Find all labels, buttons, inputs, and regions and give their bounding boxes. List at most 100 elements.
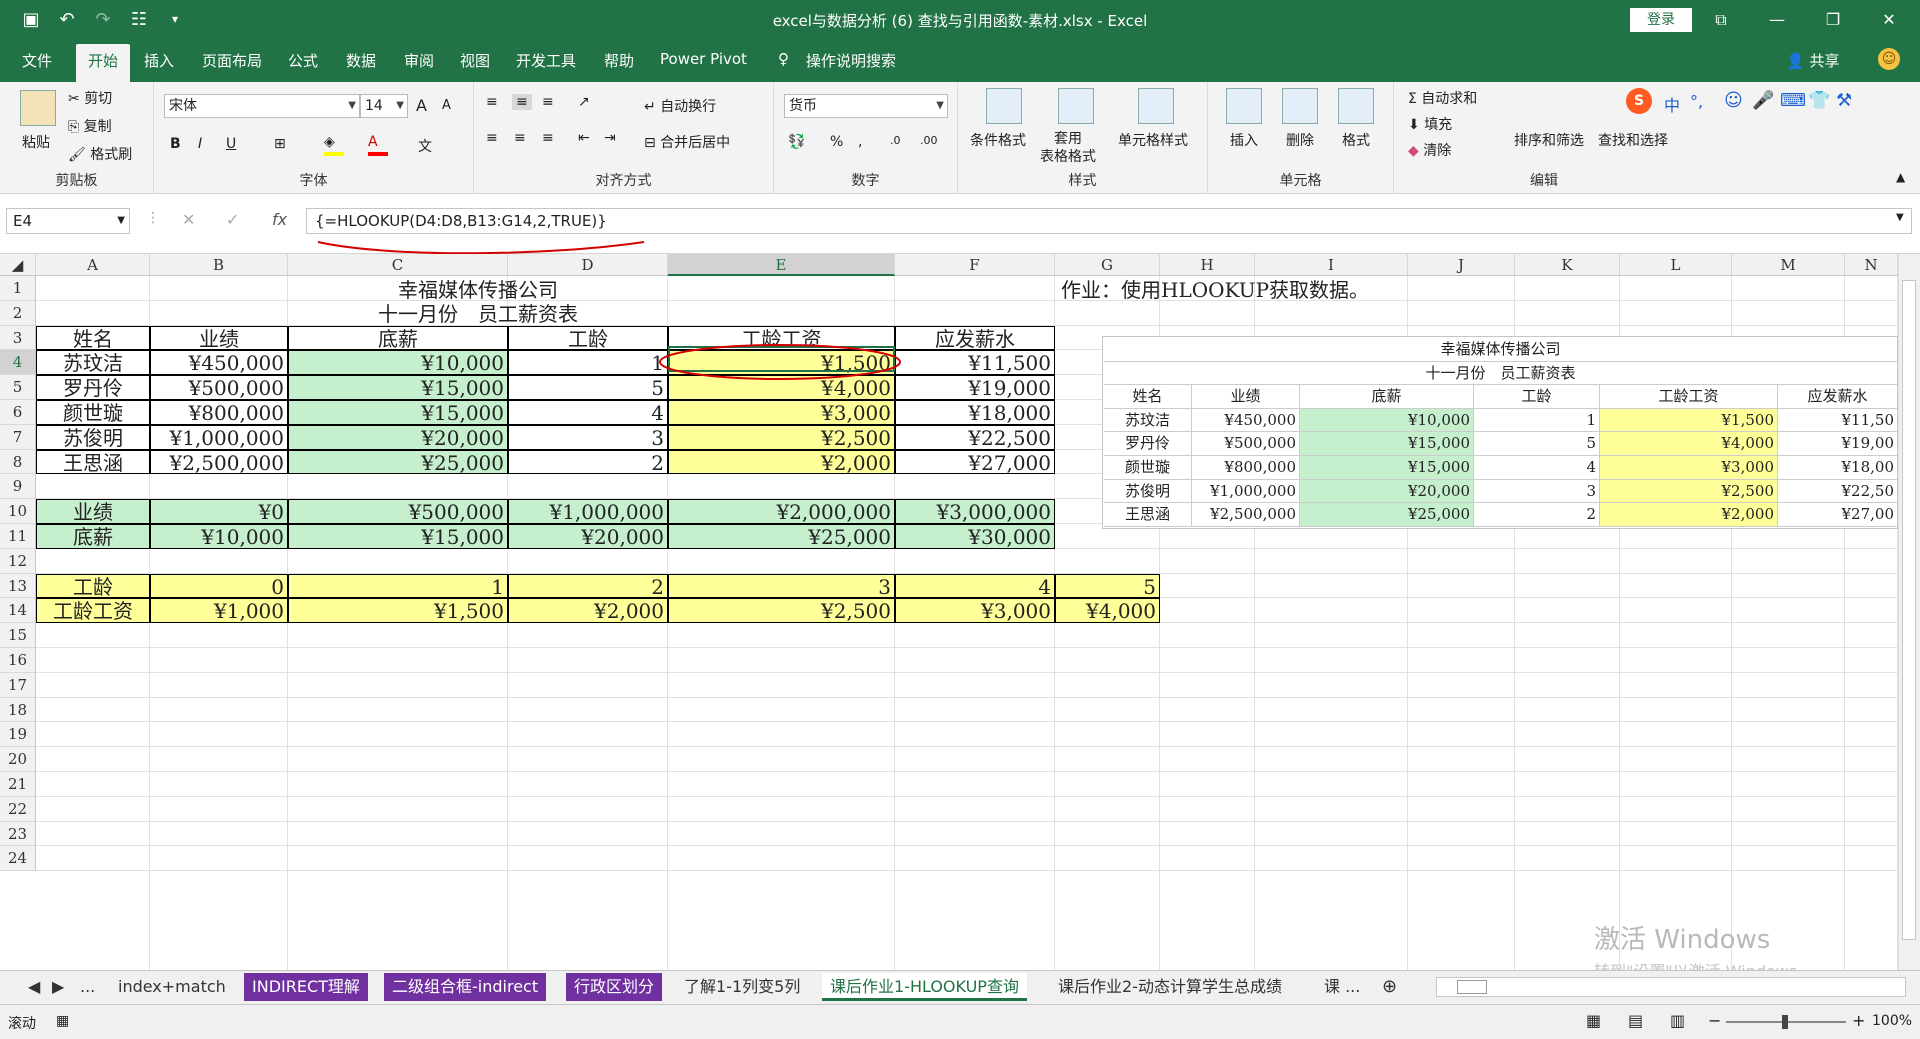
sheet-tab-more-right[interactable]: 课 ...: [1316, 973, 1368, 1001]
table-data-cell[interactable]: ¥450,000: [150, 350, 288, 376]
column-header-l[interactable]: L: [1620, 254, 1732, 276]
name-box[interactable]: E4 ▼: [6, 208, 130, 234]
ime-toolbox-icon[interactable]: ⚒: [1836, 90, 1852, 111]
table-data-cell[interactable]: 5: [508, 375, 668, 400]
sheet-tab-indirect[interactable]: INDIRECT理解: [244, 973, 368, 1001]
delete-cells-button[interactable]: 删除: [1286, 130, 1314, 150]
table-data-cell[interactable]: ¥10,000: [288, 350, 508, 376]
row-header-4[interactable]: 4: [0, 350, 36, 376]
tab-file[interactable]: 文件: [22, 50, 52, 71]
align-top-icon[interactable]: ≡: [486, 94, 498, 110]
shrink-font-button[interactable]: A: [442, 98, 451, 113]
table-data-cell[interactable]: 颜世璇: [36, 400, 150, 425]
table-data-cell[interactable]: ¥27,000: [895, 449, 1055, 475]
grow-font-button[interactable]: A: [416, 96, 427, 115]
row-header-24[interactable]: 24: [0, 846, 36, 872]
orientation-icon[interactable]: ↗: [578, 94, 590, 110]
tab-view[interactable]: 视图: [460, 50, 490, 71]
tab-page-layout[interactable]: 页面布局: [202, 50, 262, 71]
page-layout-view-icon[interactable]: ▤: [1628, 1011, 1643, 1030]
row-header-14[interactable]: 14: [0, 598, 36, 624]
table-data-cell[interactable]: ¥15,000: [288, 375, 508, 400]
zoom-slider-thumb[interactable]: [1782, 1015, 1788, 1029]
row-header-6[interactable]: 6: [0, 400, 36, 425]
horizontal-scroll-thumb[interactable]: [1457, 980, 1487, 994]
format-cells-icon[interactable]: [1338, 88, 1374, 124]
column-header-f[interactable]: F: [895, 254, 1055, 276]
row-header-2[interactable]: 2: [0, 300, 36, 326]
ime-emoji-icon[interactable]: ☺: [1724, 90, 1743, 111]
column-header-j[interactable]: J: [1408, 254, 1515, 276]
column-header-g[interactable]: G: [1055, 254, 1160, 276]
sogou-ime-icon[interactable]: S: [1626, 88, 1652, 114]
expand-formula-bar-icon[interactable]: ▼: [1896, 212, 1904, 223]
lookup-performance-cell[interactable]: ¥500,000: [288, 499, 508, 524]
row-header-22[interactable]: 22: [0, 796, 36, 822]
table-data-cell[interactable]: ¥2,500,000: [150, 449, 288, 475]
lookup-base-salary-cell[interactable]: ¥30,000: [895, 524, 1055, 549]
table-data-cell[interactable]: 苏玟洁: [36, 350, 150, 376]
cell-styles-button[interactable]: 单元格样式: [1118, 130, 1188, 150]
lookup-seniority-cell[interactable]: 4: [895, 573, 1055, 599]
column-header-i[interactable]: I: [1255, 254, 1408, 276]
minimize-icon[interactable]: —: [1762, 6, 1792, 34]
lookup-performance-cell[interactable]: ¥0: [150, 499, 288, 524]
fill-color-icon[interactable]: ◈: [324, 134, 344, 156]
ime-keyboard-icon[interactable]: ⌨: [1780, 90, 1806, 111]
clear-button[interactable]: ◆ 清除: [1408, 140, 1451, 160]
cut-button[interactable]: ✂ 剪切: [68, 88, 112, 108]
cell-styles-icon[interactable]: [1138, 88, 1174, 124]
format-as-table-button[interactable]: 套用 表格格式: [1040, 130, 1096, 166]
table-data-cell[interactable]: ¥20,000: [288, 424, 508, 450]
feedback-smiley-icon[interactable]: ☺: [1878, 48, 1900, 70]
zoom-level[interactable]: 100%: [1872, 1013, 1912, 1029]
insert-cells-icon[interactable]: [1226, 88, 1262, 124]
table-data-cell[interactable]: 4: [508, 400, 668, 425]
zoom-in-icon[interactable]: +: [1852, 1011, 1865, 1030]
lookup-base-salary-cell[interactable]: ¥10,000: [150, 524, 288, 549]
font-size-combo[interactable]: 14 ▼: [360, 94, 408, 118]
column-header-b[interactable]: B: [150, 254, 288, 276]
table-header-cell[interactable]: 底薪: [288, 325, 508, 351]
row-header-23[interactable]: 23: [0, 821, 36, 847]
lookup-base-salary-cell[interactable]: 底薪: [36, 524, 150, 549]
tab-developer[interactable]: 开发工具: [516, 50, 576, 71]
row-header-7[interactable]: 7: [0, 424, 36, 450]
comma-style-icon[interactable]: ,: [858, 134, 862, 150]
column-header-n[interactable]: N: [1845, 254, 1898, 276]
ime-punctuation-mode[interactable]: °,: [1690, 92, 1703, 111]
bold-button[interactable]: B: [170, 136, 181, 152]
sheet-tab-region[interactable]: 行政区划分: [566, 973, 663, 1001]
indent-increase-icon[interactable]: ⇥: [604, 130, 616, 146]
underline-button[interactable]: U: [226, 136, 236, 152]
format-as-table-icon[interactable]: [1058, 88, 1094, 124]
collapse-ribbon-icon[interactable]: ▲: [1896, 170, 1905, 184]
sort-filter-button[interactable]: 排序和筛选: [1514, 130, 1584, 150]
vertical-scrollbar[interactable]: [1898, 254, 1920, 970]
sheet-tab-student-score[interactable]: 课后作业2-动态计算学生总成绩: [1050, 973, 1290, 1001]
row-header-12[interactable]: 12: [0, 548, 36, 574]
row-header-13[interactable]: 13: [0, 573, 36, 599]
align-middle-icon[interactable]: ≡: [512, 94, 532, 110]
restore-icon[interactable]: ❐: [1818, 6, 1848, 34]
table-data-cell[interactable]: 1: [508, 350, 668, 376]
table-data-cell[interactable]: ¥19,000: [895, 375, 1055, 400]
add-sheet-icon[interactable]: ⊕: [1374, 973, 1405, 1001]
row-header-3[interactable]: 3: [0, 325, 36, 351]
align-bottom-icon[interactable]: ≡: [542, 94, 554, 110]
wrap-text-button[interactable]: ↵ 自动换行: [644, 96, 716, 116]
column-header-m[interactable]: M: [1732, 254, 1845, 276]
indent-decrease-icon[interactable]: ⇤: [578, 130, 590, 146]
vertical-scroll-thumb[interactable]: [1902, 280, 1916, 940]
table-header-cell[interactable]: 业绩: [150, 325, 288, 351]
accounting-format-icon[interactable]: 💱: [788, 134, 805, 150]
lookup-seniority-cell[interactable]: 3: [668, 573, 895, 599]
lookup-seniority-cell[interactable]: 0: [150, 573, 288, 599]
column-header-h[interactable]: H: [1160, 254, 1255, 276]
zoom-out-icon[interactable]: −: [1708, 1011, 1721, 1030]
font-name-combo[interactable]: 宋体 ▼: [164, 94, 360, 118]
table-data-cell[interactable]: ¥25,000: [288, 449, 508, 475]
row-header-5[interactable]: 5: [0, 375, 36, 400]
conditional-format-button[interactable]: 条件格式: [970, 130, 1026, 150]
ime-mic-icon[interactable]: 🎤: [1752, 90, 1774, 111]
